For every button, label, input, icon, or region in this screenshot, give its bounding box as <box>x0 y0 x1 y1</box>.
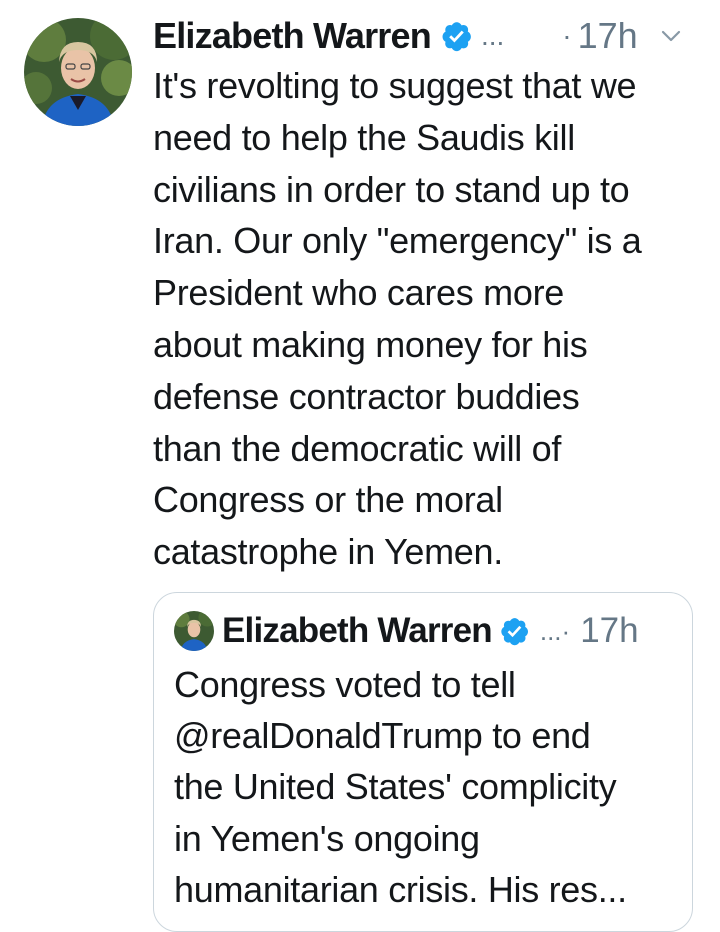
chevron-down-icon[interactable] <box>660 25 682 47</box>
quoted-name-truncation: ...· <box>539 615 571 646</box>
tweet-header: Elizabeth Warren ... · 17h <box>153 14 713 58</box>
avatar[interactable] <box>24 18 132 126</box>
name-truncation: ... <box>480 20 505 51</box>
quoted-tweet[interactable]: Elizabeth Warren ...· 17h Congress voted… <box>153 592 693 932</box>
author-name[interactable]: Elizabeth Warren <box>153 15 432 57</box>
avatar-image <box>24 18 132 126</box>
quoted-tweet-header: Elizabeth Warren ...· 17h <box>174 609 639 653</box>
quoted-author-name: Elizabeth Warren <box>222 611 493 650</box>
tweet[interactable]: Elizabeth Warren ... · 17h It's revoltin… <box>0 0 720 932</box>
quoted-timestamp: 17h <box>580 611 639 650</box>
verified-badge-icon <box>498 615 530 647</box>
tweet-text: It's revolting to suggest that we need t… <box>153 65 642 573</box>
timestamp[interactable]: 17h <box>578 15 638 57</box>
quoted-tweet-text: Congress voted to tell @realDonaldTrump … <box>174 664 627 910</box>
separator: · <box>562 20 572 51</box>
verified-badge-icon <box>439 19 473 53</box>
quoted-avatar <box>174 611 214 651</box>
